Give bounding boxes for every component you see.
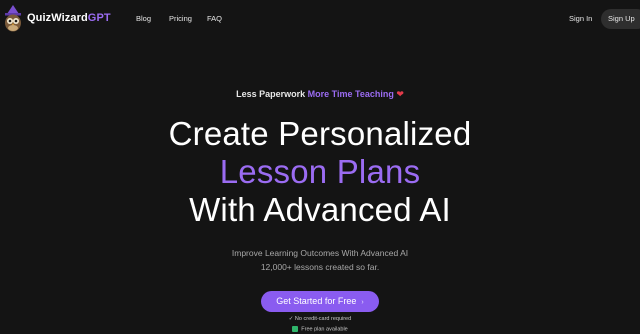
sign-up-button[interactable]: Sign Up [601,9,640,29]
free-plan-text: Free plan available [301,326,348,333]
chevron-right-icon: › [361,299,364,306]
get-started-button[interactable]: Get Started for Free › [261,291,379,312]
headline-line-1: Create Personalized [168,115,472,152]
no-credit-card-note: ✓ No credit-card required [288,316,352,322]
nav-link-blog[interactable]: Blog [136,14,151,23]
free-plan-note: Free plan available [0,326,640,332]
nav-links: Blog Pricing FAQ [136,14,222,23]
top-navbar: QuizWizardGPT Blog Pricing FAQ Sign In S… [0,0,640,38]
headline-line-2: Lesson Plans [219,153,421,190]
tagline-prefix: Less Paperwork [236,89,306,99]
brand-accent-text: GPT [87,12,111,24]
sign-in-link[interactable]: Sign In [569,14,592,23]
subtext-line-1: Improve Learning Outcomes With Advanced … [231,248,409,258]
hero-headline: Create Personalized Lesson Plans With Ad… [0,115,640,229]
green-check-icon [292,326,299,332]
brand-main-text: QuizWizard [27,12,88,24]
tagline-accent: More Time Teaching [307,89,394,99]
brand-name[interactable]: QuizWizardGPT [27,12,111,24]
headline-line-3: With Advanced AI [189,191,451,228]
nav-link-pricing[interactable]: Pricing [169,14,192,23]
cta-label: Get Started for Free [276,296,357,306]
hero-subtext: Improve Learning Outcomes With Advanced … [0,246,640,274]
heart-icon: ❤ [396,89,404,99]
nav-link-faq[interactable]: FAQ [207,14,222,23]
hero-tagline: Less Paperwork More Time Teaching ❤ [0,89,640,100]
subtext-line-2: 12,000+ lessons created so far. [260,262,380,272]
owl-wizard-logo-icon[interactable] [2,5,24,33]
